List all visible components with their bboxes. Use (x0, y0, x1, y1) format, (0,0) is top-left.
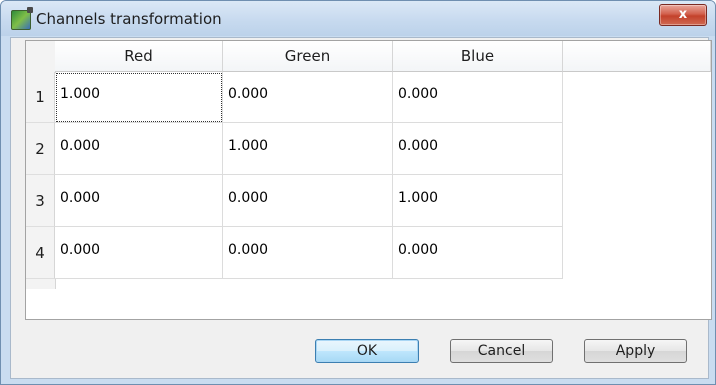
cell-row1-green[interactable]: 0.000 (223, 72, 393, 123)
column-header-filler (563, 41, 711, 72)
title-bar[interactable]: Channels transformation x (1, 1, 715, 36)
cell-row2-blue[interactable]: 0.000 (393, 123, 563, 175)
row-header-1[interactable]: 1 (26, 72, 55, 123)
ok-button[interactable]: OK (315, 339, 419, 363)
cell-row3-red[interactable]: 0.000 (55, 175, 223, 227)
row-header-3[interactable]: 3 (26, 175, 55, 227)
app-icon (11, 7, 33, 30)
cell-row4-red[interactable]: 0.000 (55, 227, 223, 279)
grid-corner (26, 41, 56, 73)
cell-row1-red[interactable]: 1.000 (55, 72, 223, 123)
row-header-4[interactable]: 4 (26, 227, 55, 279)
row-header-spacer (26, 279, 56, 289)
channels-grid: Red Green Blue 1 1.000 0.000 0.000 2 0.0… (25, 40, 712, 320)
cell-row3-blue[interactable]: 1.000 (393, 175, 563, 227)
close-button[interactable]: x (659, 4, 707, 26)
cell-row3-green[interactable]: 0.000 (223, 175, 393, 227)
cell-row4-blue[interactable]: 0.000 (393, 227, 563, 279)
apply-button[interactable]: Apply (584, 339, 687, 363)
cell-row2-green[interactable]: 1.000 (223, 123, 393, 175)
column-header-green[interactable]: Green (223, 41, 393, 72)
cancel-button[interactable]: Cancel (450, 339, 553, 363)
cell-row4-green[interactable]: 0.000 (223, 227, 393, 279)
column-header-red[interactable]: Red (55, 41, 223, 72)
column-header-blue[interactable]: Blue (393, 41, 563, 72)
cell-row2-red[interactable]: 0.000 (55, 123, 223, 175)
row-header-2[interactable]: 2 (26, 123, 55, 175)
cell-row1-blue[interactable]: 0.000 (393, 72, 563, 123)
window-title: Channels transformation (36, 10, 222, 28)
